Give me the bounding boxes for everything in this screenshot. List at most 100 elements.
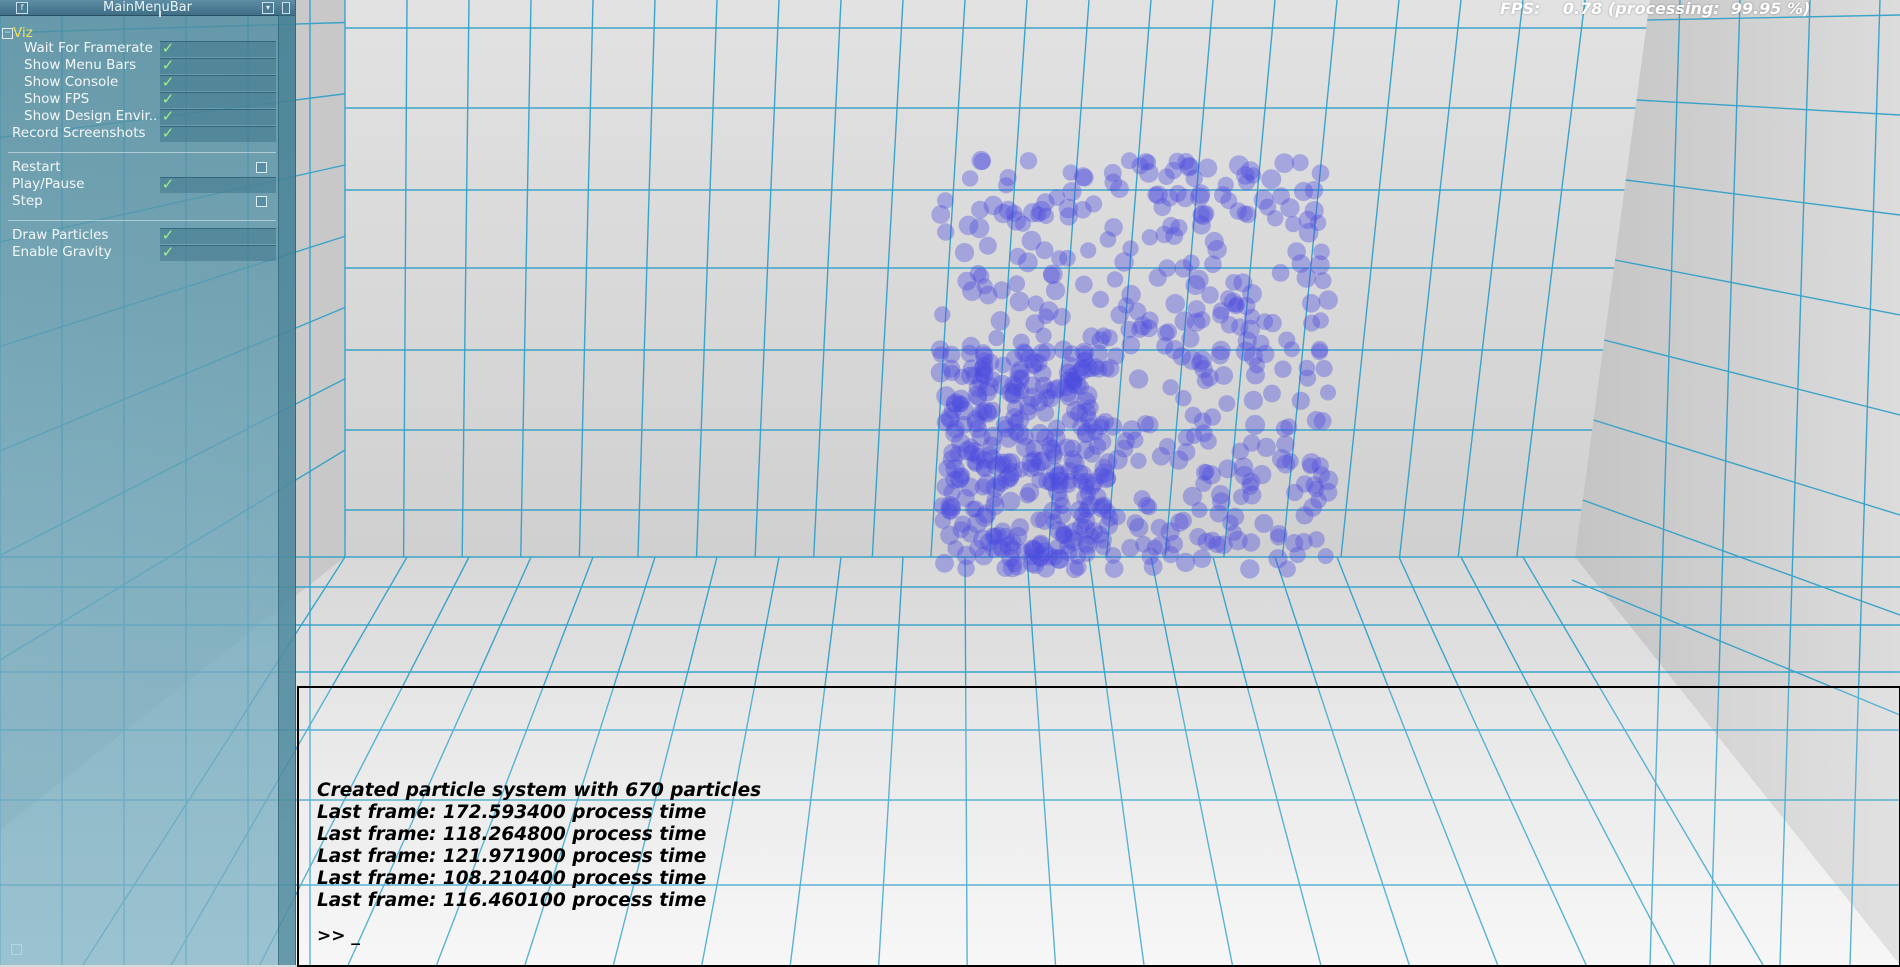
- checkbox-field[interactable]: [160, 245, 276, 261]
- menu-item-show-console[interactable]: Show Console ✓: [0, 74, 278, 91]
- particle: [1001, 491, 1021, 511]
- menu-item-draw-particles[interactable]: Draw Particles ✓: [0, 227, 278, 244]
- resize-icon[interactable]: [282, 2, 290, 14]
- particle: [1087, 424, 1104, 441]
- particle: [1062, 164, 1079, 181]
- checkbox-field[interactable]: [160, 177, 276, 193]
- particle: [963, 444, 981, 462]
- particle: [1274, 360, 1292, 378]
- particle: [1241, 472, 1261, 492]
- checkmark-icon[interactable]: ✓: [160, 244, 176, 261]
- particle: [1256, 437, 1276, 457]
- main-menu-panel: f MainMenuBar ▾ − Viz Wait For Framerate…: [0, 0, 296, 965]
- menu-item-wait-for-framerate[interactable]: Wait For Framerate ✓: [0, 40, 278, 57]
- menu-item-show-fps[interactable]: Show FPS ✓: [0, 91, 278, 108]
- particle: [995, 416, 1014, 434]
- particle: [1301, 453, 1322, 473]
- sidebar-scrollbar[interactable]: [278, 14, 295, 965]
- particle: [1148, 268, 1167, 287]
- particle: [1147, 186, 1165, 204]
- particle: [1107, 449, 1128, 470]
- particle: [943, 443, 962, 463]
- particle: [1053, 307, 1071, 326]
- checkbox-field[interactable]: [160, 109, 276, 125]
- checkmark-icon[interactable]: ✓: [160, 40, 176, 57]
- particle: [962, 281, 982, 301]
- menu-item-show-menu-bars[interactable]: Show Menu Bars ✓: [0, 57, 278, 74]
- particle: [1155, 225, 1173, 244]
- particle: [1009, 247, 1027, 265]
- particle: [1201, 286, 1219, 304]
- checkbox-field[interactable]: [160, 75, 276, 91]
- console-prompt[interactable]: >> _: [317, 926, 360, 946]
- checkmark-icon[interactable]: ✓: [160, 57, 176, 74]
- console-line: Last frame: 118.264800 process time: [317, 824, 707, 845]
- menu-item-show-design-envir[interactable]: Show Design Envir.. ✓: [0, 108, 278, 125]
- checkmark-icon[interactable]: ✓: [160, 176, 176, 193]
- particle: [1278, 331, 1296, 349]
- particle: [1287, 242, 1306, 261]
- particle: [1276, 435, 1295, 454]
- minimize-icon[interactable]: ▾: [262, 2, 274, 14]
- button-square-icon[interactable]: [256, 162, 267, 173]
- menu-item-label: Record Screenshots: [12, 125, 146, 141]
- collapse-icon[interactable]: −: [2, 28, 13, 39]
- particle: [1267, 210, 1284, 227]
- particle: [1241, 533, 1261, 552]
- particle: [983, 195, 1003, 216]
- particle: [1010, 360, 1030, 380]
- particle: [1298, 359, 1316, 377]
- checkbox-field[interactable]: [160, 58, 276, 74]
- particle: [994, 456, 1011, 473]
- particle: [1080, 242, 1097, 259]
- particle: [1280, 418, 1298, 436]
- checkmark-icon[interactable]: ✓: [160, 108, 176, 125]
- menu-item-play-pause[interactable]: Play/Pause ✓: [0, 176, 278, 193]
- checkmark-icon[interactable]: ✓: [160, 125, 176, 142]
- particle: [1121, 539, 1140, 557]
- particle: [1211, 340, 1231, 361]
- menu-item-label: Show Menu Bars: [24, 57, 137, 73]
- checkbox-field[interactable]: [160, 126, 276, 142]
- particle: [1197, 532, 1216, 551]
- particle: [1136, 415, 1155, 433]
- particle: [1184, 406, 1202, 424]
- button-square-icon[interactable]: [256, 196, 267, 207]
- particle: [1030, 511, 1047, 528]
- console-line: Last frame: 172.593400 process time: [317, 802, 707, 823]
- menu-item-record-screenshots[interactable]: Record Screenshots ✓: [0, 125, 278, 142]
- corner-icon[interactable]: [11, 944, 22, 955]
- console-panel[interactable]: Created particle system with 670 particl…: [297, 686, 1900, 967]
- particle: [1220, 316, 1239, 334]
- menu-item-enable-gravity[interactable]: Enable Gravity ✓: [0, 244, 278, 261]
- checkmark-icon[interactable]: ✓: [160, 91, 176, 108]
- particle: [1192, 549, 1212, 568]
- particle: [1217, 176, 1234, 193]
- particle: [1245, 414, 1266, 435]
- particle: [1114, 252, 1134, 272]
- menu-item-restart[interactable]: Restart: [0, 159, 278, 176]
- particle: [1263, 384, 1281, 403]
- checkmark-icon[interactable]: ✓: [160, 227, 176, 244]
- particle: [1193, 205, 1213, 225]
- particle: [1207, 240, 1227, 260]
- checkbox-field[interactable]: [160, 92, 276, 108]
- particle: [1046, 428, 1066, 449]
- checkbox-field[interactable]: [160, 41, 276, 57]
- particle: [1199, 432, 1217, 450]
- particle: [954, 243, 975, 263]
- particle: [1226, 525, 1243, 541]
- particle: [1078, 385, 1098, 405]
- checkbox-field[interactable]: [160, 228, 276, 244]
- particle: [1274, 153, 1295, 174]
- menu-item-step[interactable]: Step: [0, 193, 278, 210]
- particle: [1060, 461, 1079, 480]
- particle: [1263, 313, 1282, 333]
- particle: [988, 329, 1005, 347]
- particle: [961, 336, 981, 356]
- particle: [1187, 300, 1206, 319]
- fps-value: 0.78: [1562, 0, 1603, 18]
- menu-titlebar[interactable]: f MainMenuBar ▾: [0, 0, 295, 17]
- checkmark-icon[interactable]: ✓: [160, 74, 176, 91]
- particle: [1177, 442, 1196, 462]
